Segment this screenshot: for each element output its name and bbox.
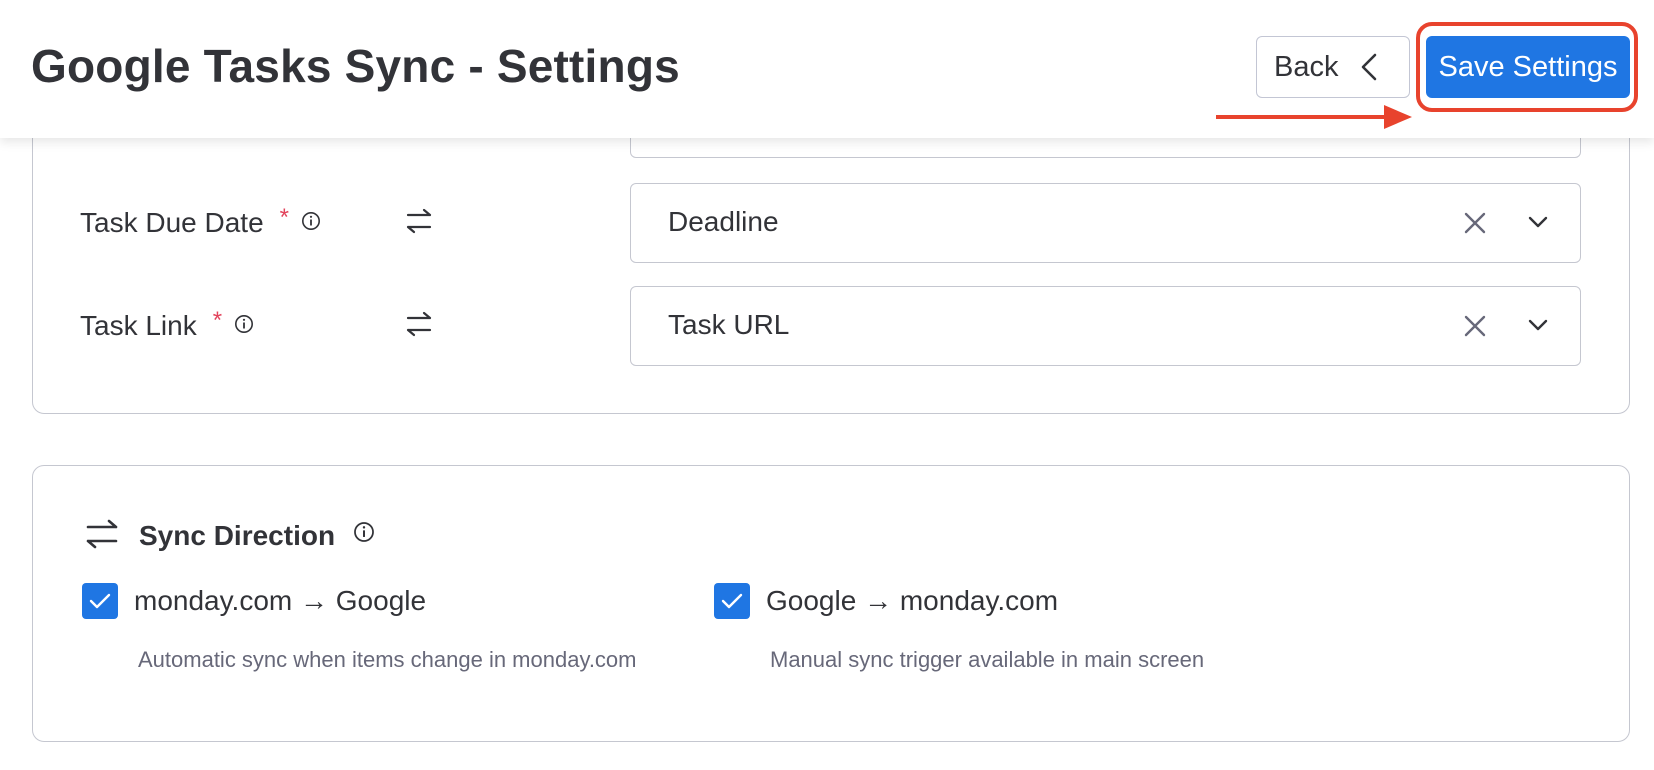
field-label-text: Task Link xyxy=(80,310,197,341)
info-icon[interactable] xyxy=(301,211,321,231)
page-title: Google Tasks Sync - Settings xyxy=(31,40,680,92)
chevron-left-icon xyxy=(1362,53,1377,81)
sync-option-google-to-monday[interactable]: Google → monday.com xyxy=(714,583,1058,619)
swap-arrows-icon xyxy=(406,208,432,234)
page-header: Google Tasks Sync - Settings Back Save S… xyxy=(0,0,1654,138)
checkbox-google-to-monday[interactable] xyxy=(714,583,750,619)
swap-arrows-icon xyxy=(86,519,118,549)
check-icon xyxy=(721,593,743,609)
select-task-due-date[interactable]: Deadline xyxy=(630,183,1581,263)
required-asterisk: * xyxy=(279,204,289,231)
annotation-arrow-icon xyxy=(1216,105,1412,129)
info-icon[interactable] xyxy=(353,521,375,543)
chevron-down-icon[interactable] xyxy=(1527,317,1549,333)
sync-direction-card: Sync Direction monday.com → Google Autom… xyxy=(32,465,1630,742)
sync-option-monday-to-google[interactable]: monday.com → Google xyxy=(82,583,426,619)
check-icon xyxy=(89,593,111,609)
back-button[interactable]: Back xyxy=(1256,36,1410,98)
field-label-task-due-date: Task Due Date * xyxy=(80,204,321,239)
option-description: Automatic sync when items change in mond… xyxy=(138,647,637,672)
info-icon[interactable] xyxy=(234,314,254,334)
field-label-task-link: Task Link * xyxy=(80,307,254,342)
option-label: monday.com → Google xyxy=(134,585,427,616)
field-row-task-link: Task Link * Task URL xyxy=(0,286,1654,366)
close-icon[interactable] xyxy=(1463,314,1487,338)
chevron-down-icon[interactable] xyxy=(1527,214,1549,230)
save-settings-button[interactable]: Save Settings xyxy=(1426,36,1630,98)
option-description: Manual sync trigger available in main sc… xyxy=(770,647,1205,672)
sync-direction-header: Sync Direction xyxy=(85,518,375,551)
field-label-text: Task Due Date xyxy=(80,207,264,238)
option-label: Google → monday.com xyxy=(766,585,1059,616)
sync-direction-title: Sync Direction xyxy=(139,520,336,551)
save-button-label: Save Settings xyxy=(1438,50,1618,83)
select-value: Task URL xyxy=(668,309,790,340)
back-button-label: Back xyxy=(1274,50,1339,83)
required-asterisk: * xyxy=(212,307,223,334)
swap-arrows-icon xyxy=(406,311,432,337)
checkbox-monday-to-google[interactable] xyxy=(82,583,118,619)
close-icon[interactable] xyxy=(1463,211,1487,235)
select-value: Deadline xyxy=(668,206,779,237)
select-task-link[interactable]: Task URL xyxy=(630,286,1581,366)
field-row-task-due-date: Task Due Date * Deadline xyxy=(0,183,1654,263)
